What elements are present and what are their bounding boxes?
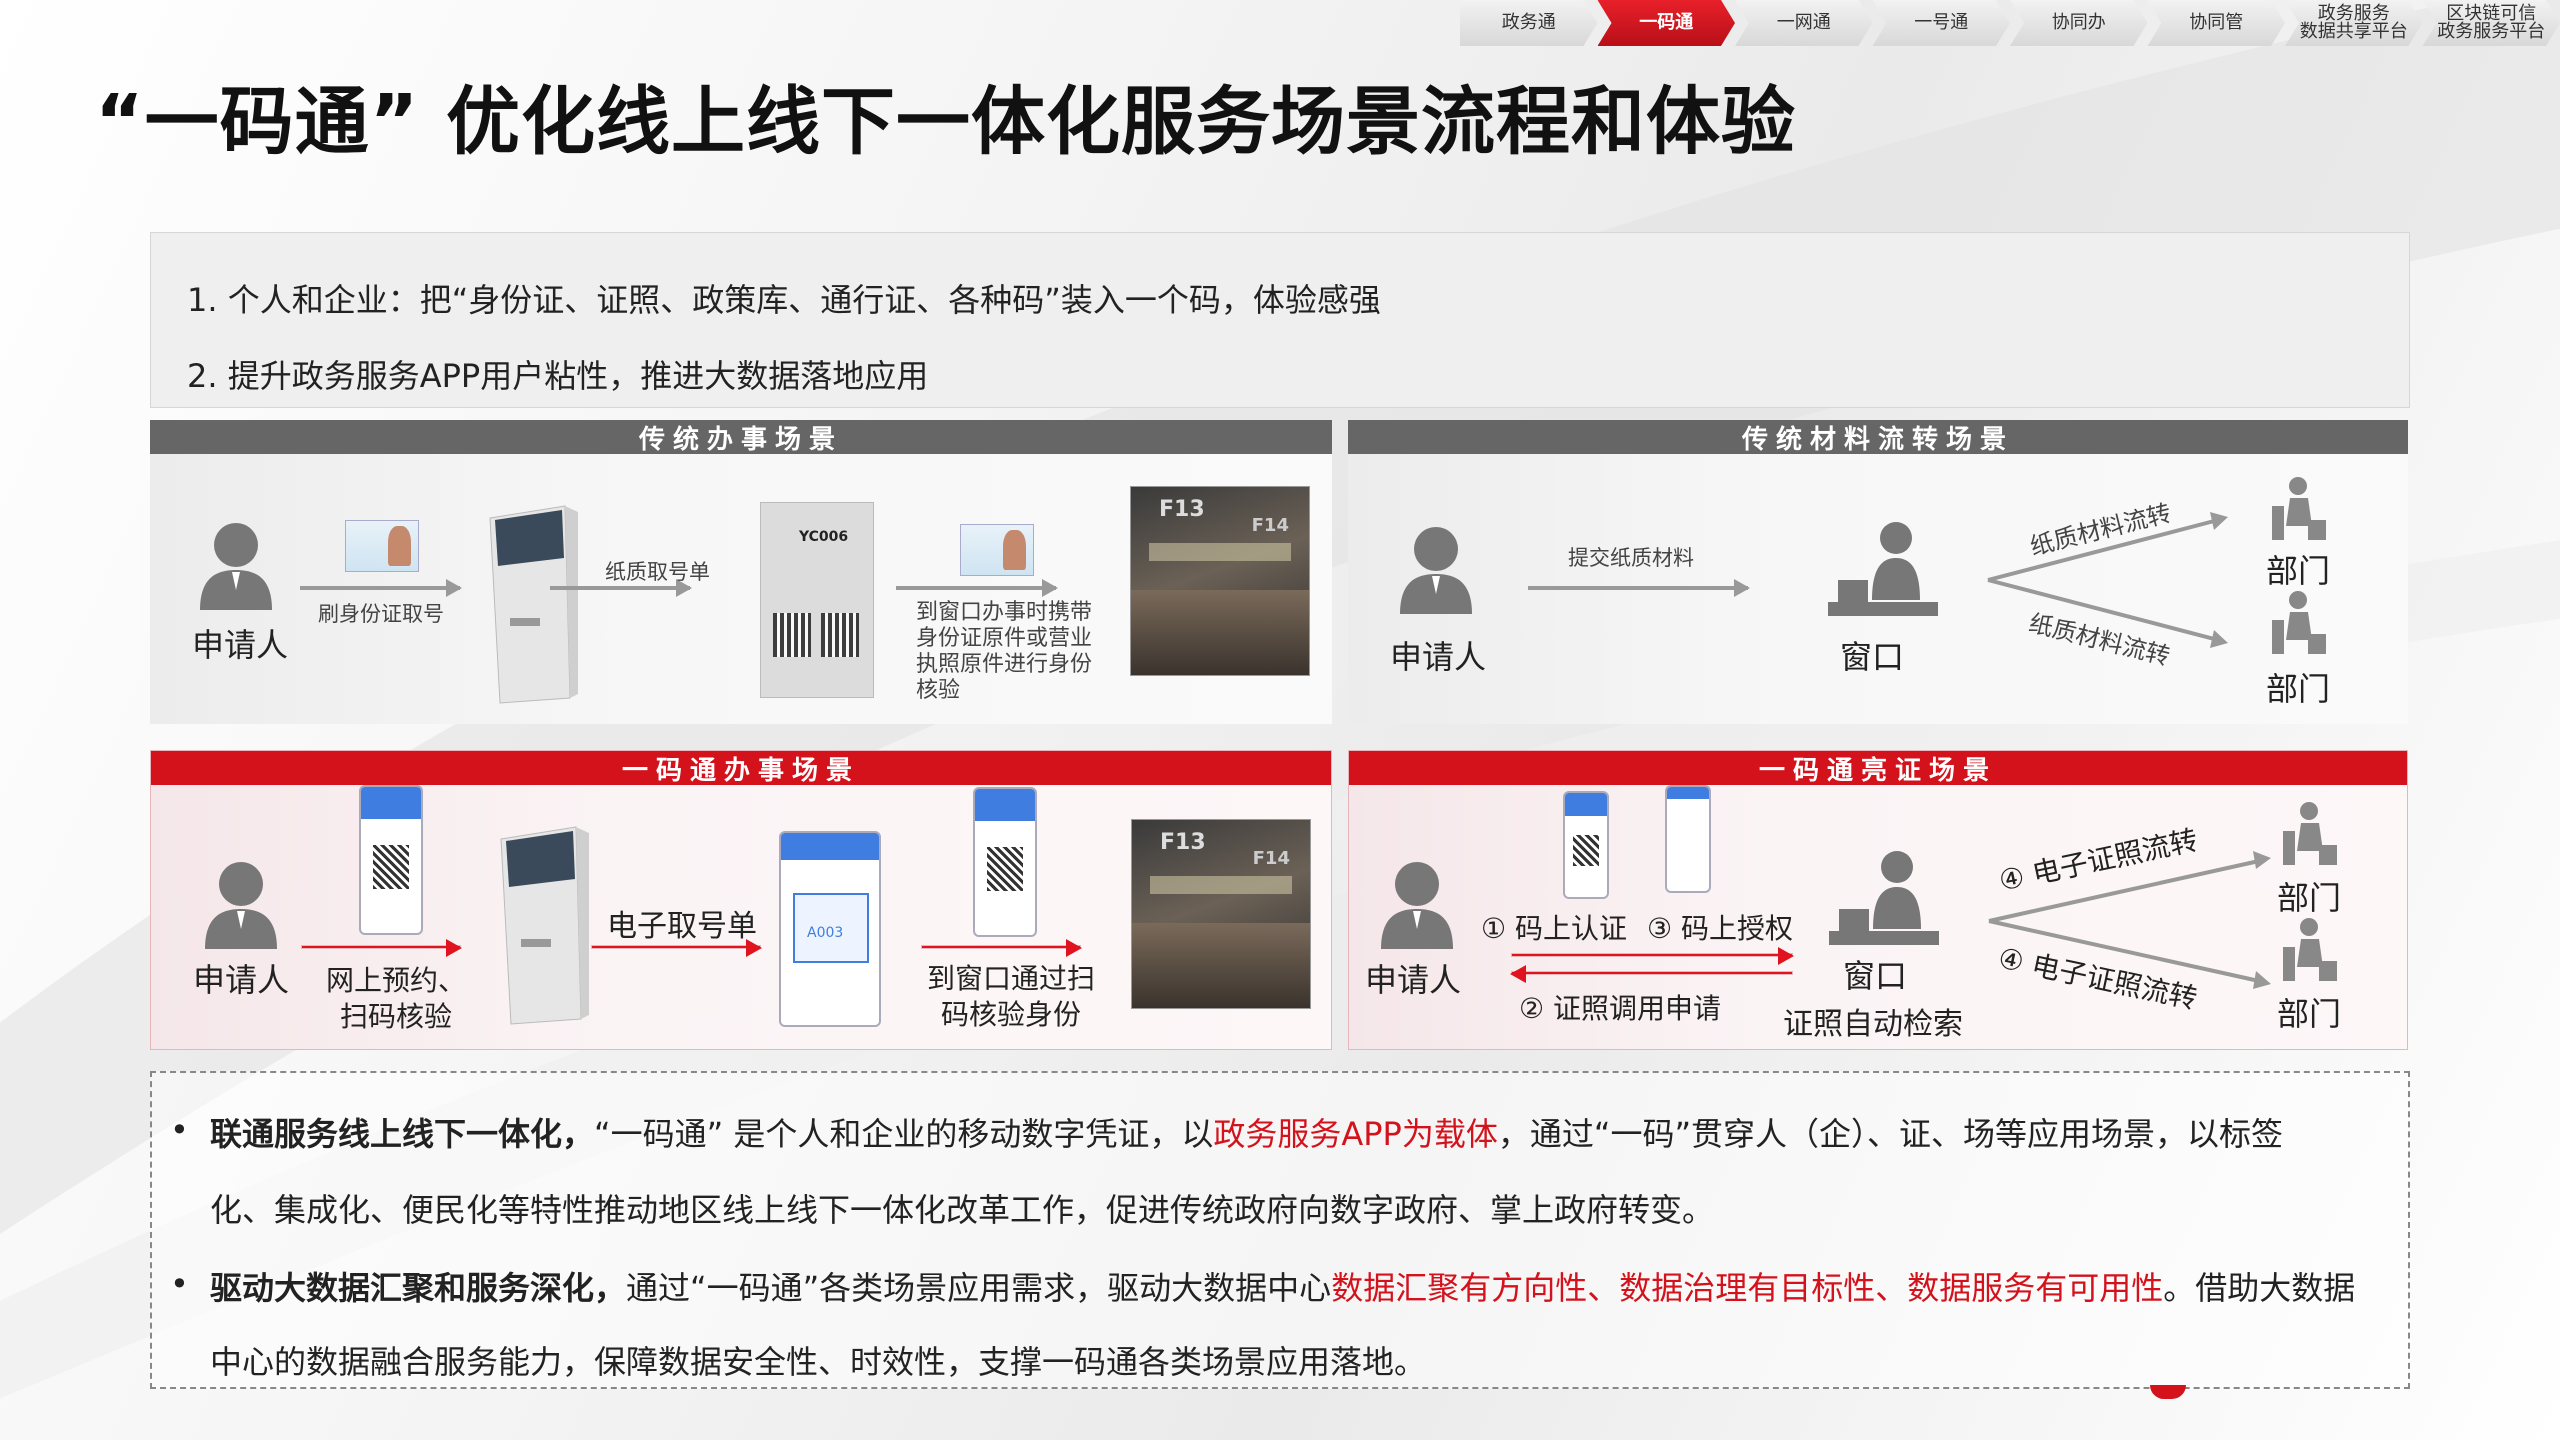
para-1-line-1: 联通服务线上线下一体化，“一码通” 是个人和企业的移动数字凭证，以政务服务APP…	[210, 1109, 2283, 1155]
panel-material: 传统材料流转场景 申请人 提交纸质材料 窗口 纸质材料流转 纸质材料流转 部门 …	[1348, 420, 2408, 724]
window-label: 窗口	[1840, 638, 1905, 676]
phone-auth	[1665, 785, 1711, 893]
window-label: 窗口	[1843, 957, 1908, 995]
panel-header: 一码通办事场景	[151, 751, 1331, 786]
para-1-text: ，通过“一码”贯穿人（企）、证、场等应用场景，以标签	[1497, 1115, 2284, 1153]
para-2-text: 通过“一码通”各类场景应用需求，驱动大数据中心	[626, 1269, 1332, 1307]
bullet: •	[170, 1265, 189, 1303]
para-2-highlight: 数据汇聚有方向性、数据治理有目标性、数据服务有可用性	[1331, 1269, 2164, 1307]
page-title: “一码通” 优化线上线下一体化服务场景流程和体验	[95, 79, 1797, 165]
phone-qr	[973, 787, 1037, 937]
arrow	[921, 939, 1082, 957]
para-2-text: 。借助大数据	[2163, 1269, 2356, 1307]
auth-step-2: ② 证照调用申请	[1519, 992, 1722, 1025]
para-1-line-2: 化、集成化、便民化等特性推动地区线上线下一体化改革工作，促进传统政府向数字政府、…	[210, 1191, 1715, 1229]
ticket-code: A003	[807, 925, 844, 941]
panel-ymt-cert: 一码通亮证场景 申请人 ① 码上认证 ③ 码上授权 ② 证照调用申请 窗口 证照…	[1348, 750, 2408, 1050]
para-2-bold: 驱动大数据汇聚和服务深化，	[210, 1269, 627, 1307]
decor-dot	[2150, 1385, 2186, 1399]
para-1-text: “一码通” 是个人和企业的移动数字凭证，以	[594, 1115, 1214, 1153]
paper-ticket: YC006	[760, 502, 874, 698]
arrow	[550, 579, 692, 597]
panel-header: 传统办事场景	[150, 420, 1332, 455]
nav-item-yiwangtong[interactable]: 一网通	[1735, 0, 1873, 46]
nav-item-zhengwutong[interactable]: 政务通	[1460, 0, 1598, 46]
step-label: 纸质取号单	[605, 560, 710, 584]
panel-header: 传统材料流转场景	[1348, 420, 2408, 455]
summary-box: 1. 个人和企业：把“身份证、证照、政策库、通行证、各种码”装入一个码，体验感强…	[150, 232, 2410, 408]
kiosk-icon	[500, 826, 589, 1025]
window-clerk-icon	[1829, 851, 1939, 945]
id-card-icon	[345, 520, 419, 572]
person-icon	[1381, 862, 1453, 949]
arrow	[300, 579, 462, 597]
id-card-icon	[960, 524, 1034, 576]
dept-label: 部门	[2266, 670, 2331, 708]
phone-qr	[359, 785, 423, 935]
nav-item-data-sharing[interactable]: 政务服务 数据共享平台	[2285, 0, 2423, 46]
arrow	[301, 939, 462, 957]
service-hall-photo: F13 F14	[1130, 486, 1310, 676]
panel-ymt-service: 一码通办事场景 申请人 网上预约、 扫码核验 电子取号单 A003 到窗口通过扫…	[150, 750, 1332, 1050]
step-label: 到窗口办事时携带身份证原件或营业执照原件进行身份核验	[916, 600, 1093, 703]
person-icon	[1400, 527, 1472, 614]
service-hall-photo: F13 F14	[1131, 819, 1311, 1009]
dept-label: 部门	[2277, 879, 2342, 917]
phone-e-ticket: A003	[779, 831, 881, 1027]
panel-header: 一码通亮证场景	[1349, 751, 2407, 786]
arrow	[896, 579, 1058, 597]
kiosk-icon	[489, 505, 578, 704]
arrow-right	[1511, 947, 1794, 965]
applicant-label: 申请人	[1365, 961, 1462, 999]
nav-item-yihaotong[interactable]: 一号通	[1873, 0, 2011, 46]
department-icon	[2283, 802, 2337, 865]
para-1-highlight: 政务服务APP为载体	[1213, 1115, 1498, 1153]
applicant-label: 申请人	[1390, 638, 1487, 676]
description-box: • 联通服务线上线下一体化，“一码通” 是个人和企业的移动数字凭证，以政务服务A…	[150, 1071, 2410, 1389]
step-label: 网上预约、 扫码核验	[325, 964, 466, 1033]
nav-item-xietongguan[interactable]: 协同管	[2148, 0, 2286, 46]
summary-line-1: 1. 个人和企业：把“身份证、证照、政策库、通行证、各种码”装入一个码，体验感强	[187, 281, 1381, 319]
phone-qr	[1563, 791, 1609, 899]
step-label: 电子取号单	[607, 909, 757, 944]
para-2-line-2: 中心的数据融合服务能力，保障数据安全性、时效性，支撑一码通各类场景应用落地。	[210, 1343, 1427, 1381]
submit-label: 提交纸质材料	[1568, 546, 1694, 570]
person-icon	[200, 523, 272, 610]
step-label: 到窗口通过扫 码核验身份	[926, 962, 1095, 1031]
department-icon	[2272, 591, 2326, 654]
ticket-code: YC006	[799, 529, 849, 545]
window-clerk-icon	[1828, 522, 1938, 616]
dept-label: 部门	[2277, 995, 2342, 1033]
auth-step-3: ③ 码上授权	[1647, 912, 1794, 945]
applicant-label: 申请人	[193, 961, 290, 999]
dept-label: 部门	[2266, 552, 2331, 590]
applicant-label: 申请人	[192, 626, 289, 664]
arrow	[1528, 579, 1750, 597]
step-label: 刷身份证取号	[318, 602, 444, 626]
bullet: •	[170, 1111, 189, 1149]
arrow-left	[1510, 965, 1793, 983]
top-nav: 政务通 一码通 一网通 一号通 协同办 协同管 政务服务 数据共享平台 区块链可…	[1460, 0, 2560, 46]
department-icon	[2272, 477, 2326, 540]
para-1-bold: 联通服务线上线下一体化，	[210, 1115, 595, 1153]
arrow	[591, 939, 762, 957]
nav-item-xietongban[interactable]: 协同办	[2010, 0, 2148, 46]
nav-item-blockchain[interactable]: 区块链可信 政务服务平台	[2423, 0, 2560, 46]
nav-item-yimatong[interactable]: 一码通	[1598, 0, 1736, 46]
summary-line-2: 2. 提升政务服务APP用户粘性，推进大数据落地应用	[187, 357, 929, 395]
department-icon	[2283, 918, 2337, 981]
panel-traditional: 传统办事场景 申请人 刷身份证取号 纸质取号单 YC006 到窗口办事时携带身份…	[150, 420, 1332, 724]
person-icon	[205, 862, 277, 949]
auth-step-1: ① 码上认证	[1481, 912, 1628, 945]
para-2-line-1: 驱动大数据汇聚和服务深化，通过“一码通”各类场景应用需求，驱动大数据中心数据汇聚…	[210, 1263, 2355, 1309]
search-label: 证照自动检索	[1783, 1007, 1963, 1042]
